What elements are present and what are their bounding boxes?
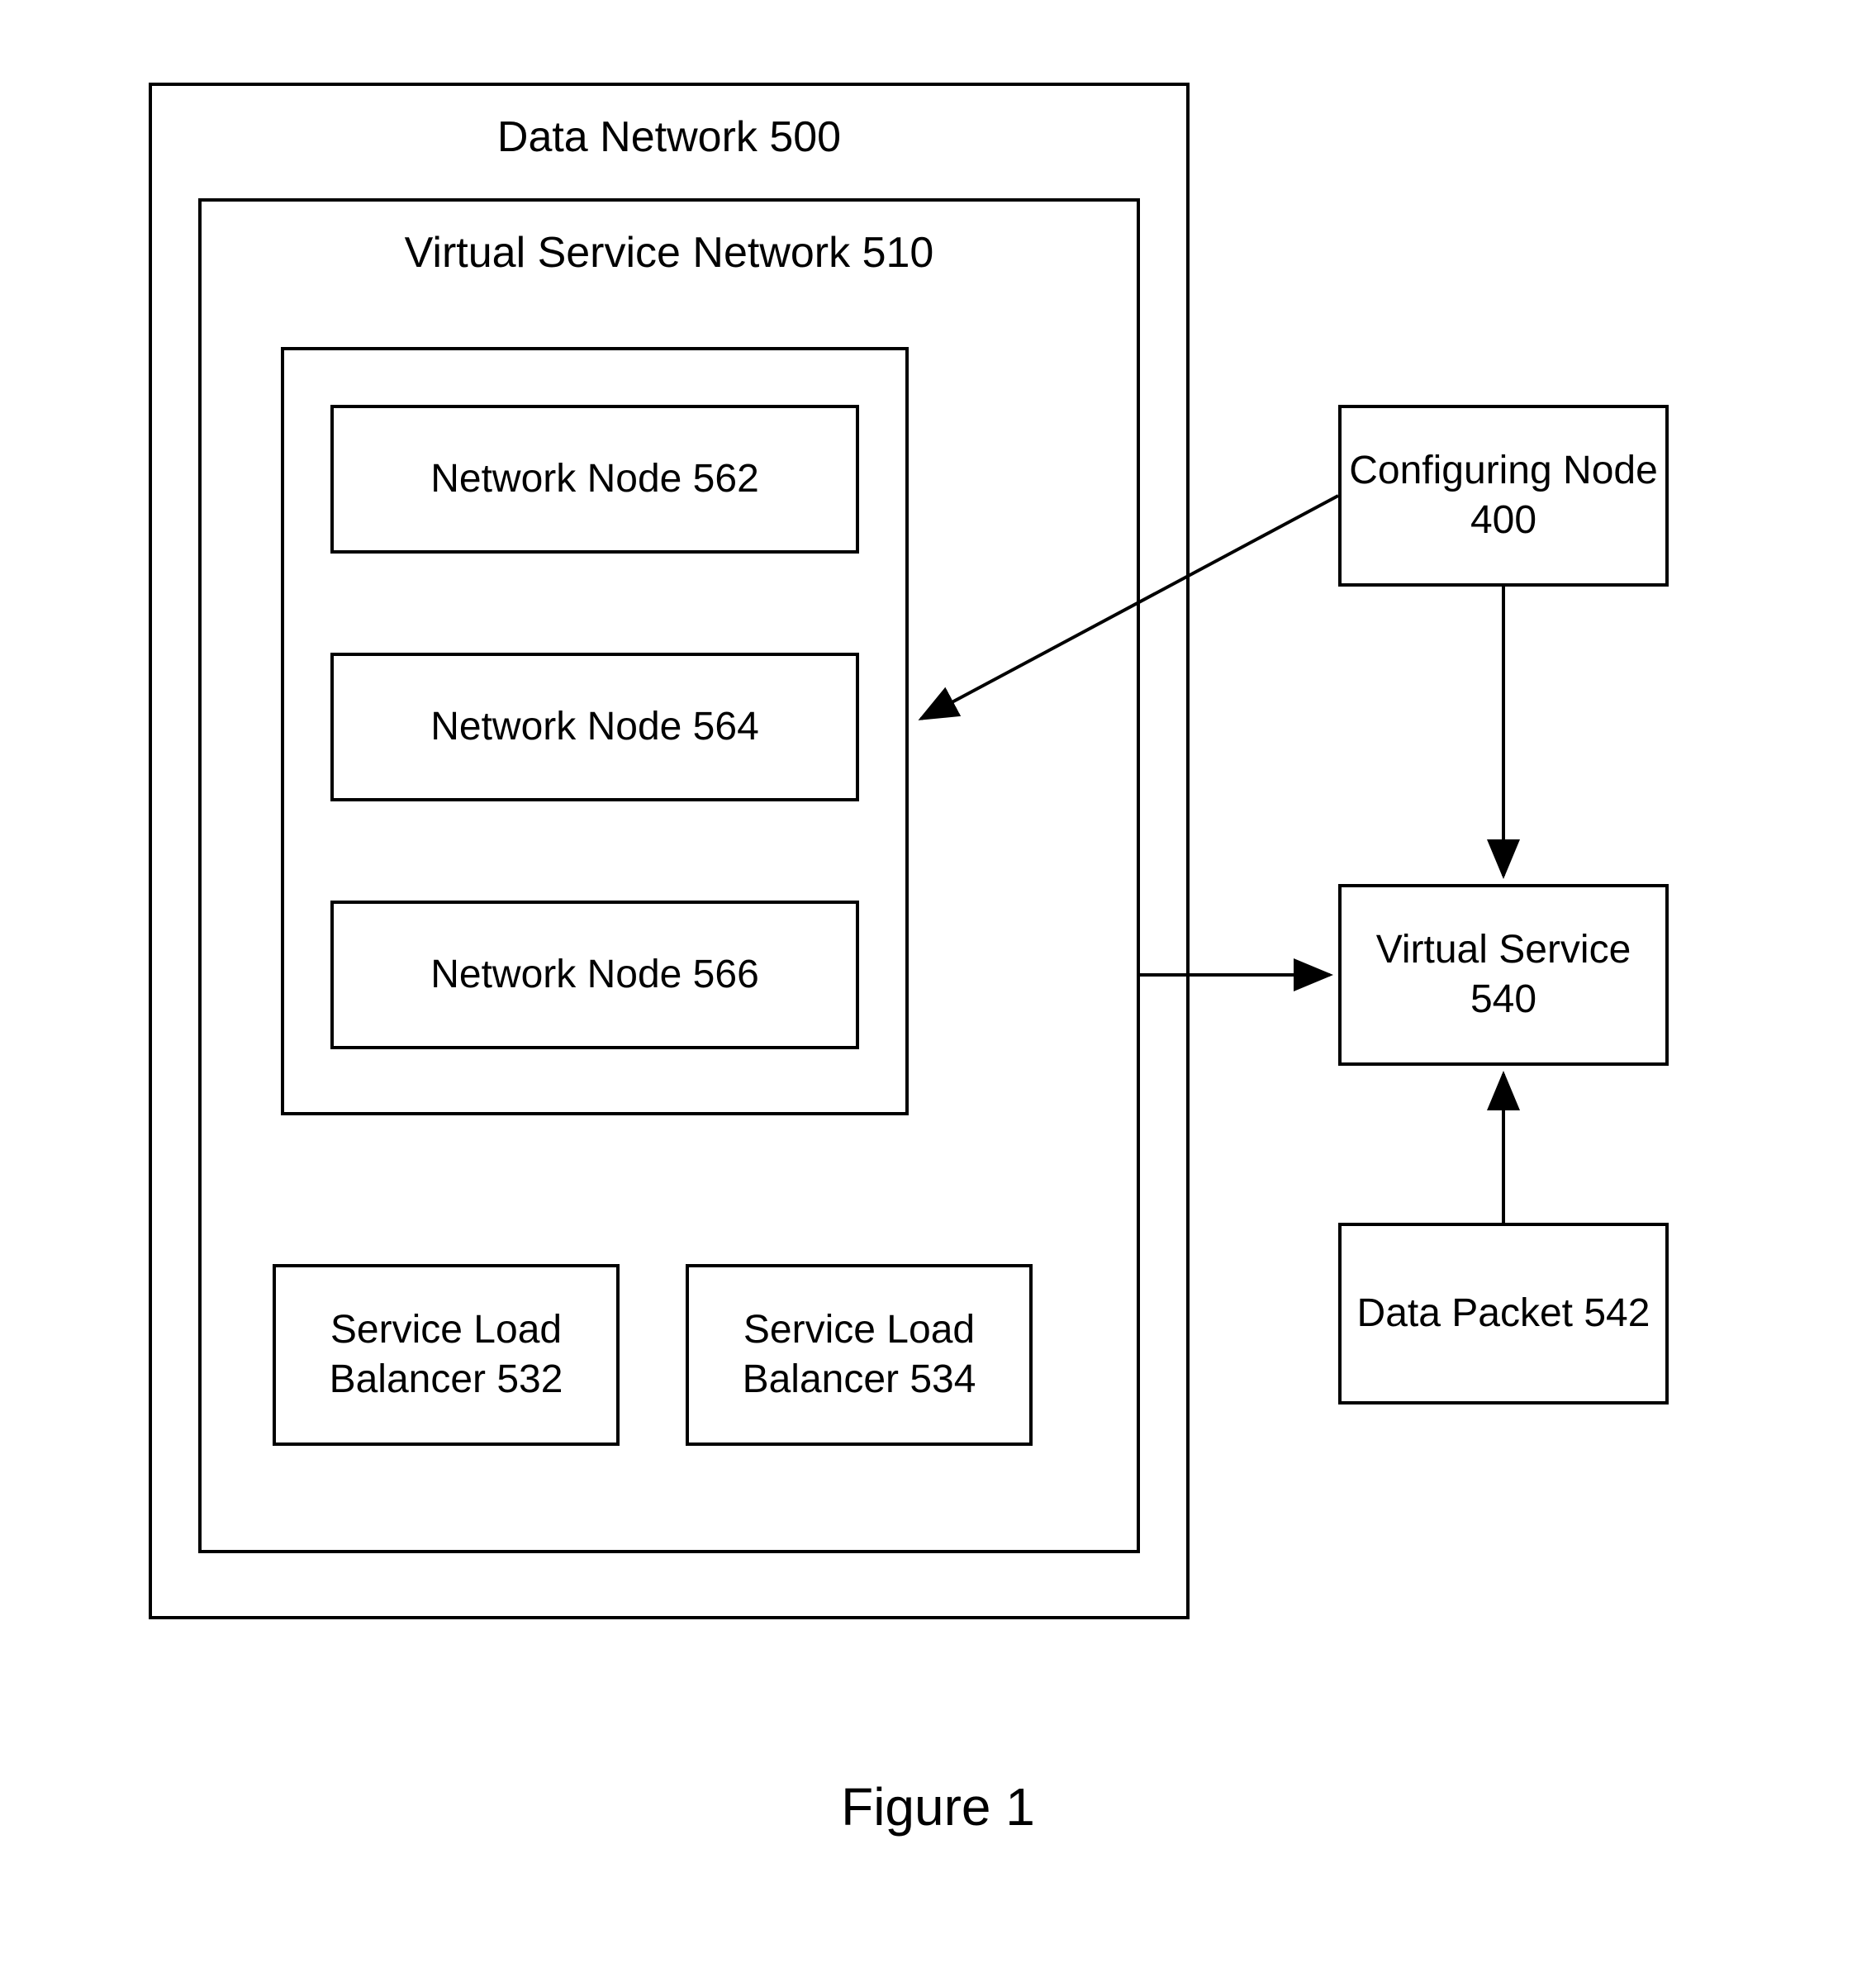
network-node-566: Network Node 566 [330,901,859,1049]
network-node-564: Network Node 564 [330,653,859,801]
slb-532-label: Service Load Balancer 532 [276,1305,616,1405]
configuring-node-label: Configuring Node 400 [1342,446,1665,545]
slb-534-label: Service Load Balancer 534 [689,1305,1029,1405]
figure-caption: Figure 1 [0,1776,1876,1837]
configuring-node-box: Configuring Node 400 [1338,405,1669,587]
virtual-service-network-title: Virtual Service Network 510 [202,226,1137,280]
network-node-562-label: Network Node 562 [430,454,759,504]
service-load-balancer-532: Service Load Balancer 532 [273,1264,620,1446]
service-load-balancer-534: Service Load Balancer 534 [686,1264,1033,1446]
virtual-service-label: Virtual Service 540 [1342,925,1665,1024]
network-node-566-label: Network Node 566 [430,950,759,1000]
data-packet-label: Data Packet 542 [1357,1289,1650,1338]
network-node-562: Network Node 562 [330,405,859,554]
virtual-service-box: Virtual Service 540 [1338,884,1669,1066]
data-packet-box: Data Packet 542 [1338,1223,1669,1405]
data-network-title: Data Network 500 [152,111,1186,164]
network-node-564-label: Network Node 564 [430,702,759,752]
